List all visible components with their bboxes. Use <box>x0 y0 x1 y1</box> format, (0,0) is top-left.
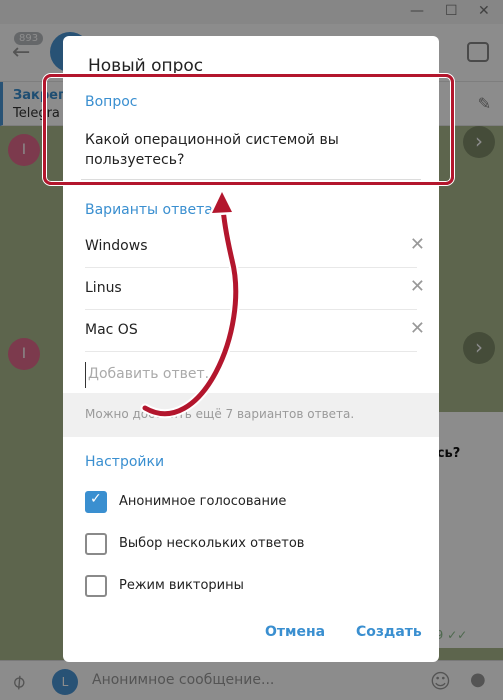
answer-option-input[interactable]: Linus <box>85 280 122 296</box>
checkbox-checked[interactable]: ✓ <box>85 491 107 513</box>
answer-option-row: Linus ✕ <box>85 268 439 310</box>
answer-option-row: Windows ✕ <box>85 226 439 268</box>
dialog-title: Новый опрос <box>88 56 204 76</box>
remove-option-icon[interactable]: ✕ <box>410 318 425 339</box>
checkbox-label: Анонимное голосование <box>119 494 287 509</box>
options-hint: Можно добавить ещё 7 вариантов ответа. <box>85 407 355 421</box>
options-hint-box: Можно добавить ещё 7 вариантов ответа. <box>63 393 439 437</box>
checkbox-label: Выбор нескольких ответов <box>119 536 305 551</box>
anonymous-voting-option[interactable]: ✓ Анонимное голосование <box>85 490 415 514</box>
cancel-button[interactable]: Отмена <box>265 624 325 640</box>
checkmark-icon: ✓ <box>90 491 102 507</box>
checkbox[interactable] <box>85 575 107 597</box>
quiz-mode-option[interactable]: Режим викторины <box>85 574 415 598</box>
options-label: Варианты ответа <box>85 202 213 218</box>
annotation-highlight-box <box>43 74 454 185</box>
checkbox-label: Режим викторины <box>119 578 244 593</box>
remove-option-icon[interactable]: ✕ <box>410 234 425 255</box>
add-answer-input[interactable]: Добавить ответ... <box>85 362 415 388</box>
multiple-answers-option[interactable]: Выбор нескольких ответов <box>85 532 415 556</box>
option-divider <box>85 351 417 352</box>
checkbox[interactable] <box>85 533 107 555</box>
answer-option-input[interactable]: Windows <box>85 238 148 254</box>
create-button[interactable]: Создать <box>356 624 422 640</box>
answer-option-row: Mac OS ✕ <box>85 310 439 352</box>
settings-label: Настройки <box>85 454 165 470</box>
answer-option-input[interactable]: Mac OS <box>85 322 138 338</box>
remove-option-icon[interactable]: ✕ <box>410 276 425 297</box>
